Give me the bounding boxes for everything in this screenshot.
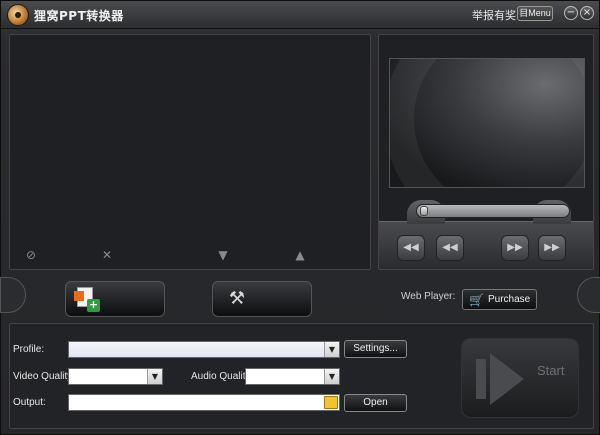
- fast-forward-icon[interactable]: ▶▶: [501, 235, 529, 261]
- clear-icon[interactable]: ⊘: [21, 245, 41, 265]
- add-file-button[interactable]: +: [65, 281, 165, 317]
- app-window: 狸窝PPT转换器 举报有奖 目Menu − × ⊘ ✕ ▼ ▲ ◀◀ ◀◀ ▶▶…: [0, 0, 600, 435]
- file-list-toolbar: ⊘ ✕ ▼ ▲: [9, 245, 371, 267]
- delete-icon[interactable]: ✕: [97, 245, 117, 265]
- seek-slider[interactable]: [416, 204, 570, 218]
- settings-button[interactable]: Settings...: [344, 340, 407, 358]
- side-pad-left: [0, 277, 26, 313]
- file-list-panel[interactable]: [9, 34, 371, 270]
- chevron-down-icon[interactable]: ▼: [147, 369, 162, 384]
- purchase-label: Purchase: [488, 294, 531, 305]
- preview-screen: [389, 58, 585, 188]
- output-label: Output:: [13, 397, 46, 408]
- preview-panel: ◀◀ ◀◀ ▶▶ ▶▶: [378, 34, 594, 270]
- menu-button[interactable]: 目Menu: [517, 6, 553, 21]
- profile-select[interactable]: ▼: [68, 341, 340, 358]
- app-title: 狸窝PPT转换器: [34, 9, 124, 23]
- tools-button[interactable]: ⚒: [212, 281, 312, 317]
- video-quality-label: Video Quality:: [13, 371, 76, 382]
- folder-icon[interactable]: [324, 396, 338, 409]
- chevron-down-icon[interactable]: ▼: [324, 369, 339, 384]
- audio-quality-select[interactable]: ▼: [245, 368, 340, 385]
- seek-handle[interactable]: [420, 206, 428, 216]
- open-button[interactable]: Open: [344, 394, 407, 412]
- next-icon[interactable]: ▶▶: [538, 235, 566, 261]
- chevron-down-icon[interactable]: ▼: [324, 342, 339, 357]
- close-button[interactable]: ×: [580, 6, 594, 20]
- cart-icon: 🛒: [469, 293, 484, 307]
- title-bar[interactable]: 狸窝PPT转换器 举报有奖 目Menu − ×: [1, 1, 599, 29]
- report-link[interactable]: 举报有奖: [472, 7, 516, 23]
- purchase-button[interactable]: 🛒 Purchase: [462, 289, 537, 310]
- move-down-icon[interactable]: ▼: [213, 245, 233, 265]
- side-pad-right: [577, 277, 600, 313]
- start-button[interactable]: Start: [461, 338, 579, 418]
- output-path-field[interactable]: [68, 394, 340, 411]
- minimize-button[interactable]: −: [564, 6, 578, 20]
- previous-icon[interactable]: ◀◀: [397, 235, 425, 261]
- start-label: Start: [537, 363, 565, 378]
- profile-label: Profile:: [13, 344, 45, 355]
- play-icon: [476, 349, 536, 409]
- move-up-icon[interactable]: ▲: [290, 245, 310, 265]
- tools-icon: ⚒: [228, 288, 246, 309]
- video-quality-select[interactable]: ▼: [68, 368, 163, 385]
- app-logo-icon: [7, 4, 29, 26]
- add-ppt-icon: +: [74, 285, 100, 313]
- rewind-icon[interactable]: ◀◀: [436, 235, 464, 261]
- web-player-label: Web Player:: [401, 291, 456, 302]
- audio-quality-label: Audio Quality:: [191, 371, 254, 382]
